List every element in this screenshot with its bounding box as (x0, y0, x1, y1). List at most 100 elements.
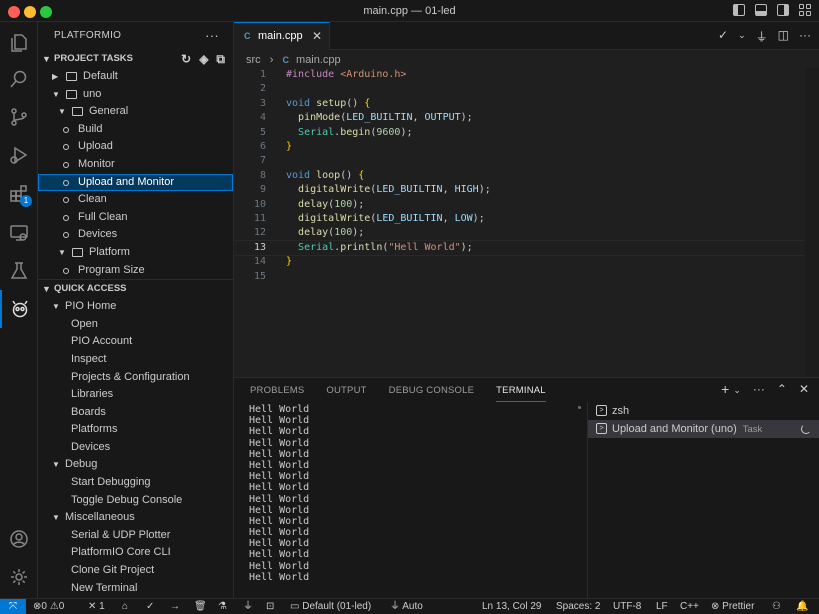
tab-debug-console[interactable]: DEBUG CONSOLE (389, 384, 474, 402)
refresh-icon[interactable]: ↻ (181, 52, 191, 66)
end-of-line[interactable]: LF (656, 600, 668, 614)
task-devices[interactable]: Devices (38, 226, 233, 244)
toggle-primary-sidebar-icon[interactable] (733, 4, 745, 16)
qa-group-miscellaneous[interactable]: ▼ Miscellaneous (38, 509, 233, 527)
breadcrumb-file[interactable]: main.cpp (296, 54, 341, 66)
code-line[interactable]: 2 (234, 82, 819, 96)
close-tab-icon[interactable]: ✕ (312, 29, 322, 43)
qa-inspect[interactable]: Inspect (38, 351, 233, 369)
qa-libraries[interactable]: Libraries (38, 386, 233, 404)
tree-item-uno[interactable]: ▼ uno (38, 86, 233, 104)
manage-gear-icon[interactable] (0, 558, 38, 596)
qa-serial-udp-plotter[interactable]: Serial & UDP Plotter (38, 527, 233, 545)
pio-build-icon[interactable]: ✓ (146, 600, 154, 614)
terminal-item-zsh[interactable]: > zsh (588, 402, 819, 420)
chevron-down-icon[interactable]: ⌄ (733, 382, 741, 398)
code-line[interactable]: 3 void setup() { (234, 97, 819, 111)
extensions-icon[interactable]: 1 (0, 174, 38, 212)
qa-boards[interactable]: Boards (38, 404, 233, 422)
code-line[interactable]: 6} (234, 140, 819, 154)
upload-plug-icon[interactable]: ⏚ (756, 28, 768, 45)
task-upload-and-monitor[interactable]: Upload and Monitor (38, 173, 233, 192)
tab-problems[interactable]: PROBLEMS (250, 384, 304, 402)
explorer-icon[interactable] (0, 24, 38, 62)
chevron-down-icon[interactable]: ⌄ (738, 28, 746, 45)
qa-new-terminal[interactable]: New Terminal (38, 580, 233, 598)
code-line[interactable]: 8 void loop() { (234, 169, 819, 183)
notifications-bell-icon[interactable]: 🔔 (796, 600, 808, 614)
code-line[interactable]: 1 #include <Arduino.h> (234, 68, 819, 82)
remote-indicator-icon[interactable]: ⤧ (0, 599, 26, 614)
toggle-panel-icon[interactable] (755, 4, 767, 16)
code-line[interactable]: 12 delay(100); (234, 226, 819, 240)
qa-devices[interactable]: Devices (38, 439, 233, 457)
editor-scrollbar[interactable] (805, 68, 819, 378)
customize-layout-icon[interactable] (799, 4, 811, 16)
code-line[interactable]: 7 (234, 154, 819, 168)
pio-test-icon[interactable]: ⚗ (218, 600, 227, 614)
pio-upload-icon[interactable]: → (170, 600, 180, 614)
language-mode[interactable]: C++ (680, 600, 699, 614)
cursor-position[interactable]: Ln 13, Col 29 (482, 600, 542, 614)
task-build[interactable]: Build (38, 121, 233, 139)
code-line[interactable]: 14} (234, 255, 819, 269)
prettier-formatter[interactable]: ⊗ Prettier (711, 600, 754, 614)
code-line[interactable]: 4 pinMode(LED_BUILTIN, OUTPUT); (234, 111, 819, 125)
qa-toggle-debug-console[interactable]: Toggle Debug Console (38, 492, 233, 510)
qa-open[interactable]: Open (38, 316, 233, 334)
code-line[interactable]: 10 delay(100); (234, 198, 819, 212)
problems-indicator[interactable]: ⊗0 ⚠0 (33, 600, 64, 614)
terminal-output[interactable]: Hell World Hell World Hell World Hell World… (249, 404, 589, 583)
code-line[interactable]: 15 (234, 270, 819, 284)
project-tasks-header[interactable]: ▼ PROJECT TASKS ↻ ◈ ⧉ (38, 50, 233, 68)
encoding[interactable]: UTF-8 (613, 600, 641, 614)
toggle-secondary-sidebar-icon[interactable] (777, 4, 789, 16)
qa-group-debug[interactable]: ▼ Debug (38, 456, 233, 474)
task-full-clean[interactable]: Full Clean (38, 209, 233, 227)
check-build-icon[interactable]: ✓ (718, 28, 728, 45)
qa-projects-configuration[interactable]: Projects & Configuration (38, 369, 233, 387)
tab-terminal[interactable]: TERMINAL (496, 384, 546, 402)
qa-clone-git-project[interactable]: Clone Git Project (38, 562, 233, 580)
layers-icon[interactable]: ◈ (199, 52, 208, 66)
maximize-panel-icon[interactable]: ⌃ (777, 382, 787, 398)
qa-group-pio-home[interactable]: ▼ PIO Home (38, 298, 233, 316)
collapse-all-icon[interactable]: ⧉ (216, 52, 225, 66)
task-upload[interactable]: Upload (38, 138, 233, 156)
remote-explorer-icon[interactable] (0, 214, 38, 252)
pio-clean-icon[interactable]: 🗑 (194, 600, 207, 614)
qa-pio-account[interactable]: PIO Account (38, 333, 233, 351)
pio-serial-monitor-icon[interactable]: ⏚ (243, 600, 253, 614)
qa-start-debugging[interactable]: Start Debugging (38, 474, 233, 492)
platformio-icon[interactable] (0, 290, 38, 328)
pio-home-icon[interactable]: ⌂ (122, 600, 128, 614)
split-editor-icon[interactable]: ◫ (778, 28, 789, 45)
search-icon[interactable] (0, 60, 38, 98)
testing-icon[interactable] (0, 252, 38, 290)
tree-item-general[interactable]: ▼ General (38, 103, 233, 121)
pio-terminal-icon[interactable]: ⊡ (266, 600, 274, 614)
tab-main-cpp[interactable]: C main.cpp ✕ (234, 22, 330, 50)
breadcrumb-folder[interactable]: src (246, 54, 261, 66)
source-control-icon[interactable] (0, 98, 38, 136)
task-monitor[interactable]: Monitor (38, 156, 233, 174)
tab-output[interactable]: OUTPUT (326, 384, 366, 402)
more-actions-icon[interactable]: ··· (799, 28, 811, 45)
code-line[interactable]: 13 Serial.println("Hell World"); (233, 239, 819, 257)
code-line[interactable]: 9 digitalWrite(LED_BUILTIN, HIGH); (234, 183, 819, 197)
quick-access-header[interactable]: ▼ QUICK ACCESS (38, 280, 233, 298)
task-clean[interactable]: Clean (38, 191, 233, 209)
project-env-switcher[interactable]: ▭ Default (01-led) (290, 600, 371, 614)
close-panel-icon[interactable]: ✕ (799, 382, 809, 398)
copilot-icon[interactable]: ⚇ (772, 600, 781, 614)
more-actions-icon[interactable]: ··· (205, 22, 219, 50)
accounts-icon[interactable] (0, 520, 38, 558)
new-terminal-plus-icon[interactable]: + (721, 382, 729, 398)
port-switcher[interactable]: ⏚ Auto (390, 600, 423, 614)
qa-platformio-core-cli[interactable]: PlatformIO Core CLI (38, 544, 233, 562)
terminal-item-upload-monitor[interactable]: > Upload and Monitor (uno) Task (588, 420, 819, 438)
tools-indicator[interactable]: ✕ 1 (88, 600, 105, 614)
code-line[interactable]: 5 Serial.begin(9600); (234, 126, 819, 140)
tree-item-platform[interactable]: ▼ Platform (38, 244, 233, 262)
code-line[interactable]: 11 digitalWrite(LED_BUILTIN, LOW); (234, 212, 819, 226)
